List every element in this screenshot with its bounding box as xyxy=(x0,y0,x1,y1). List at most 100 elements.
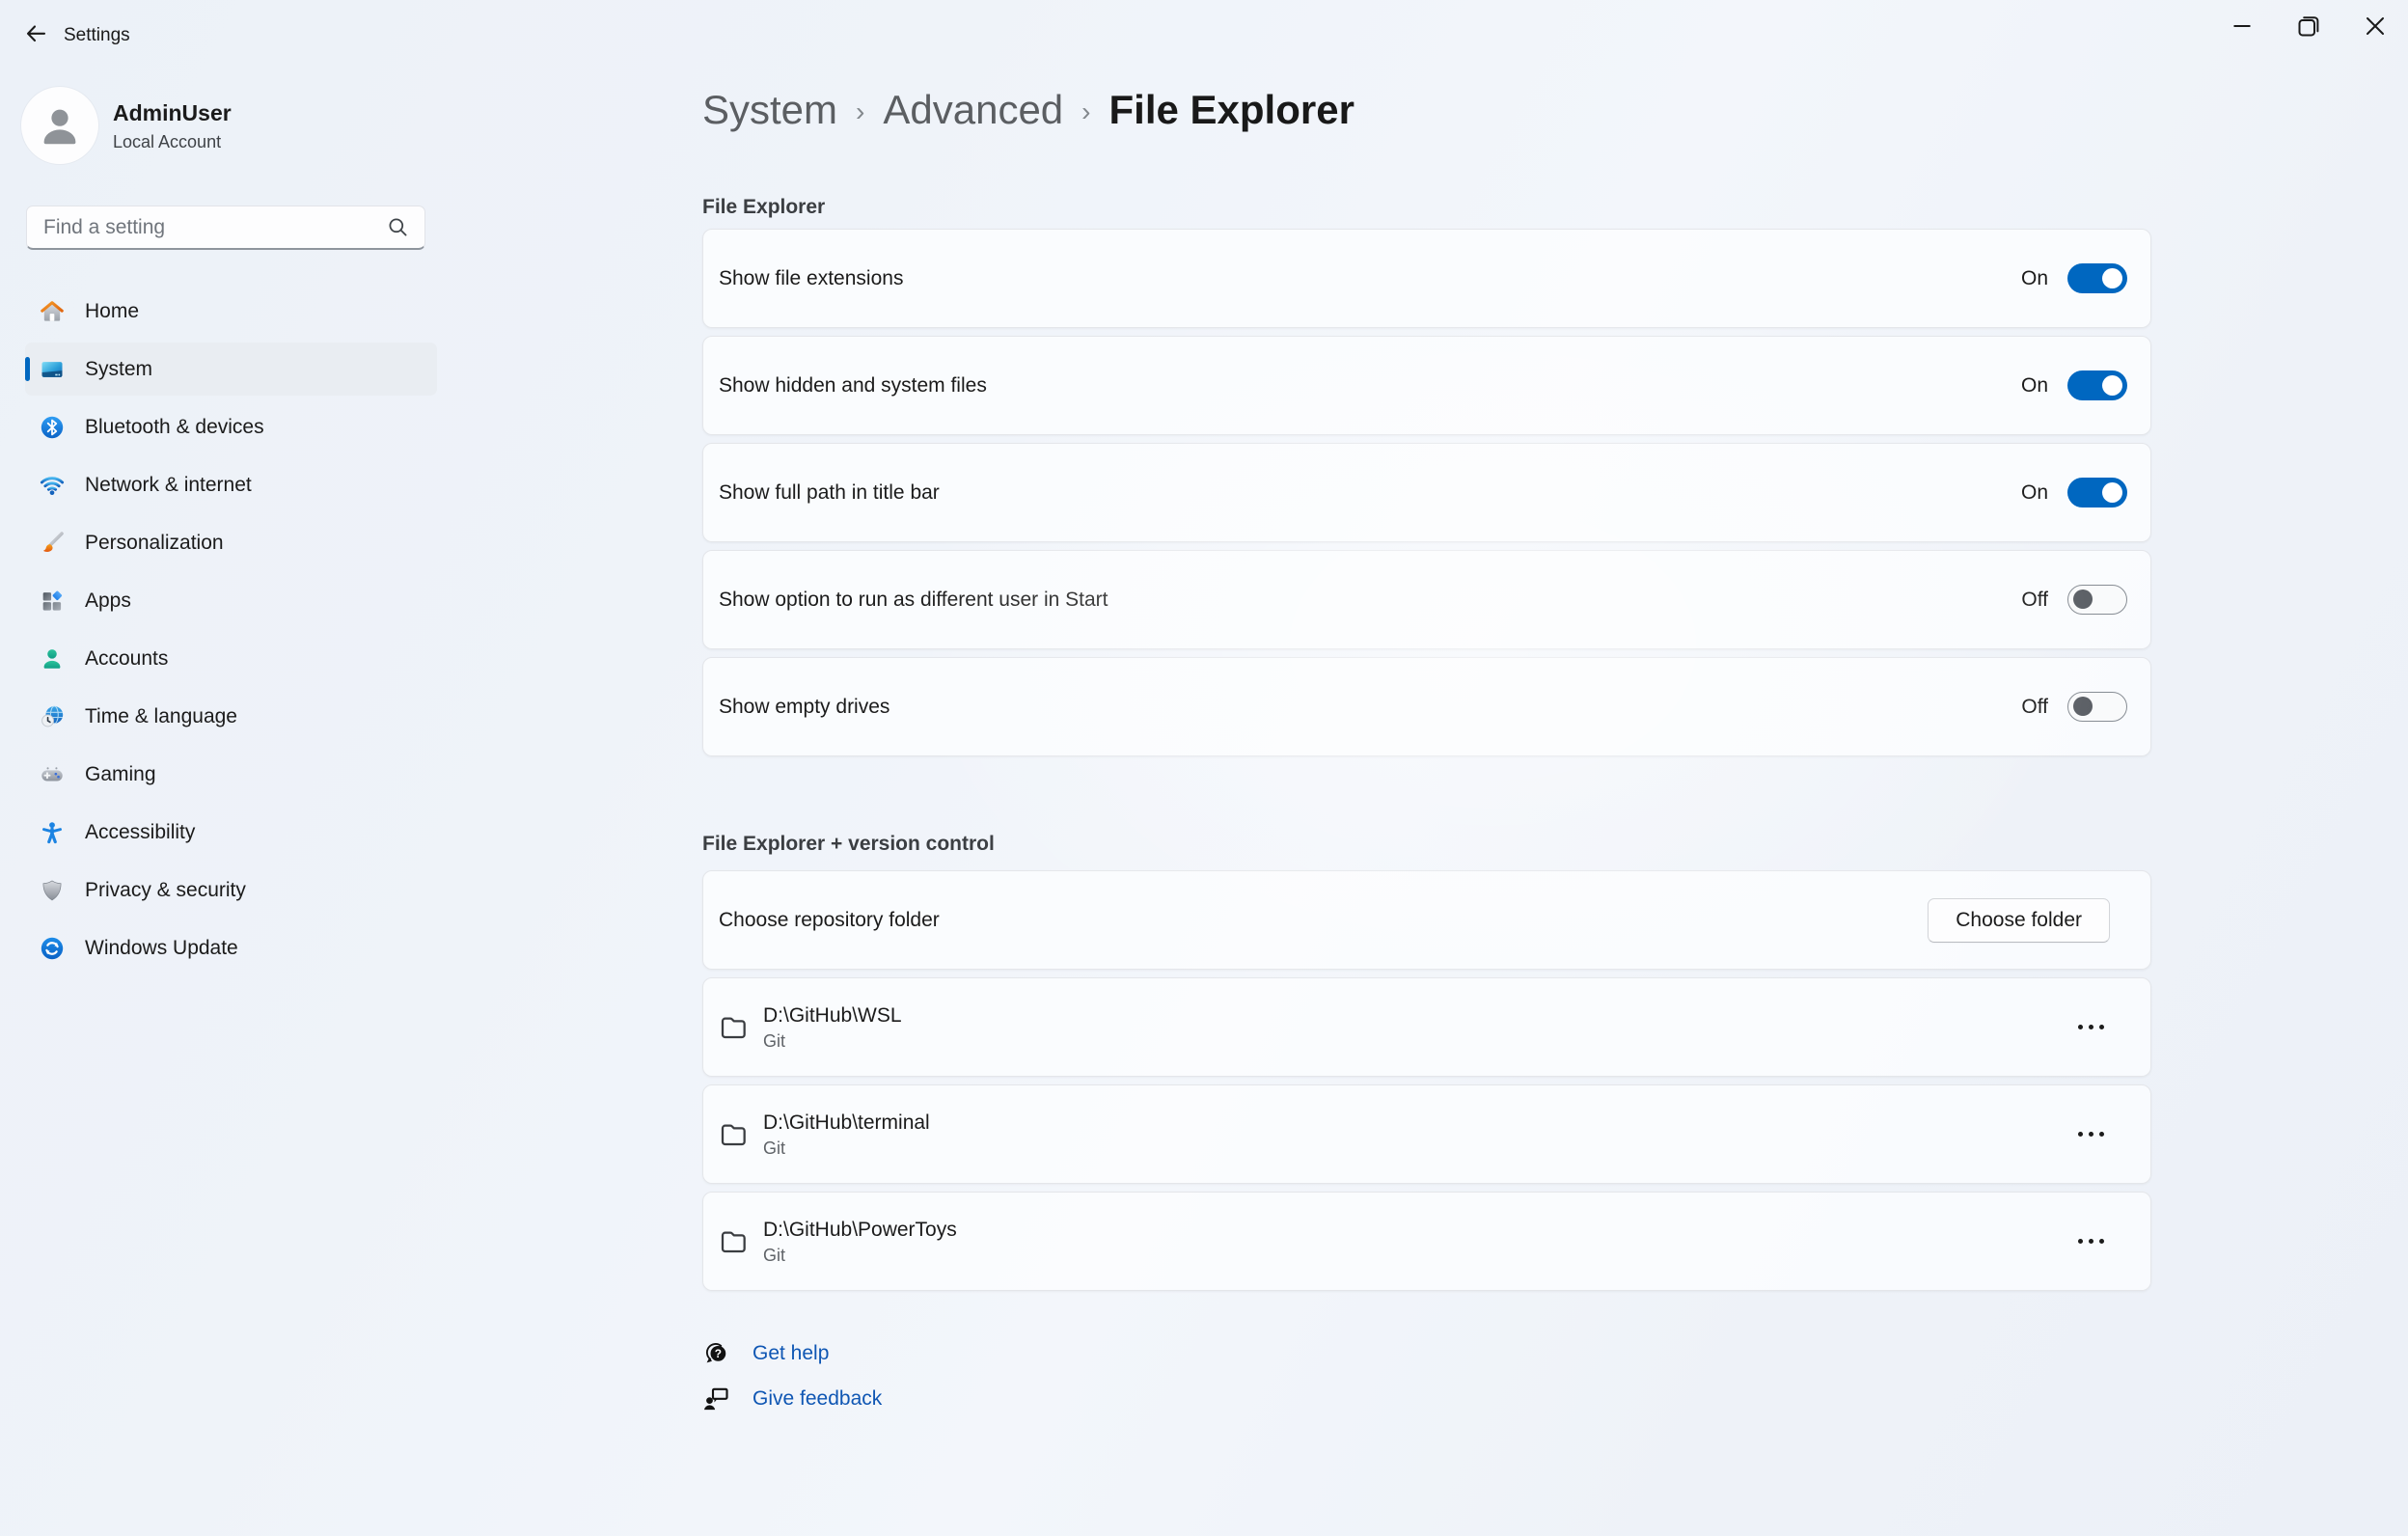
back-arrow-icon xyxy=(21,19,50,48)
window-controls xyxy=(2208,0,2408,52)
toggle-knob xyxy=(2073,697,2093,716)
search-icon[interactable] xyxy=(386,215,410,239)
feedback-icon xyxy=(701,1385,730,1413)
restore-icon xyxy=(2296,14,2321,39)
search-box xyxy=(26,206,425,250)
sidebar-item-label: Network & internet xyxy=(85,474,252,497)
accessibility-icon xyxy=(39,819,66,846)
setting-label: Show full path in title bar xyxy=(719,481,940,505)
sidebar-item-home[interactable]: Home xyxy=(25,285,437,338)
toggle-state-label: Off xyxy=(2021,589,2048,612)
repo-provider: Git xyxy=(763,1031,902,1052)
home-icon xyxy=(39,298,66,325)
repo-provider: Git xyxy=(763,1138,930,1159)
help-bubble-icon: ? xyxy=(701,1339,730,1368)
sidebar-item-label: Privacy & security xyxy=(85,879,246,902)
sidebar-item-label: Accessibility xyxy=(85,821,195,844)
avatar xyxy=(21,87,98,164)
page-title: File Explorer xyxy=(1109,85,1354,135)
network-icon xyxy=(39,472,66,499)
system-icon xyxy=(39,356,66,383)
toggle-knob xyxy=(2073,590,2093,609)
get-help-link[interactable]: Get help xyxy=(752,1342,829,1365)
minimize-icon xyxy=(2230,14,2255,39)
sidebar-item-gaming[interactable]: Gaming xyxy=(25,748,437,801)
sidebar-item-apps[interactable]: Apps xyxy=(25,574,437,627)
toggle-state-label: Off xyxy=(2021,696,2048,719)
toggle-run-as-different-user[interactable] xyxy=(2067,585,2127,615)
setting-row-run-as-different-user: Show option to run as different user in … xyxy=(702,550,2151,649)
repo-row-terminal: D:\GitHub\terminal Git xyxy=(702,1084,2151,1184)
setting-label: Show file extensions xyxy=(719,267,903,290)
breadcrumb-advanced[interactable]: Advanced xyxy=(883,85,1063,135)
setting-row-choose-repository-folder: Choose repository folder Choose folder xyxy=(702,870,2151,970)
section-title-version-control: File Explorer + version control xyxy=(702,833,995,856)
get-help-row[interactable]: ? Get help xyxy=(701,1337,882,1370)
setting-label: Show hidden and system files xyxy=(719,374,987,398)
sidebar-item-label: Gaming xyxy=(85,763,156,786)
breadcrumb-system[interactable]: System xyxy=(702,85,837,135)
minimize-button[interactable] xyxy=(2208,0,2275,52)
apps-icon xyxy=(39,588,66,615)
toggle-state-label: On xyxy=(2021,267,2048,290)
sidebar-item-accounts[interactable]: Accounts xyxy=(25,632,437,685)
sidebar-item-label: Apps xyxy=(85,590,131,613)
sidebar-item-windows-update[interactable]: Windows Update xyxy=(25,921,437,974)
close-button[interactable] xyxy=(2341,0,2408,52)
setting-row-show-full-path: Show full path in title bar On xyxy=(702,443,2151,542)
toggle-show-file-extensions[interactable] xyxy=(2067,263,2127,293)
repo-provider: Git xyxy=(763,1246,957,1266)
sidebar-item-network-internet[interactable]: Network & internet xyxy=(25,458,437,511)
version-control-settings: Choose repository folder Choose folder D… xyxy=(702,870,2151,1291)
folder-icon xyxy=(719,1120,750,1149)
sidebar-item-label: Bluetooth & devices xyxy=(85,416,264,439)
restore-button[interactable] xyxy=(2275,0,2341,52)
sidebar-item-bluetooth-devices[interactable]: Bluetooth & devices xyxy=(25,400,437,453)
sidebar-item-label: Accounts xyxy=(85,647,168,671)
sidebar-item-time-language[interactable]: Time & language xyxy=(25,690,437,743)
setting-row-show-hidden-system-files: Show hidden and system files On xyxy=(702,336,2151,435)
app-title: Settings xyxy=(64,24,130,47)
back-button[interactable] xyxy=(14,12,58,56)
toggle-show-empty-drives[interactable] xyxy=(2067,692,2127,722)
sidebar-item-label: Windows Update xyxy=(85,937,238,960)
bluetooth-icon xyxy=(39,414,66,441)
chevron-right-icon: › xyxy=(856,87,864,137)
setting-row-show-empty-drives: Show empty drives Off xyxy=(702,657,2151,756)
give-feedback-link[interactable]: Give feedback xyxy=(752,1387,882,1411)
repo-row-powertoys: D:\GitHub\PowerToys Git xyxy=(702,1192,2151,1291)
setting-row-show-file-extensions: Show file extensions On xyxy=(702,229,2151,328)
file-explorer-settings: Show file extensions On Show hidden and … xyxy=(702,229,2151,756)
toggle-show-full-path[interactable] xyxy=(2067,478,2127,507)
profile-account-type: Local Account xyxy=(113,132,221,152)
toggle-show-hidden-system-files[interactable] xyxy=(2067,370,2127,400)
repo-path: D:\GitHub\WSL xyxy=(763,1003,902,1029)
sidebar-item-system[interactable]: System xyxy=(25,343,437,396)
toggle-knob xyxy=(2102,268,2122,288)
windows-update-icon xyxy=(39,935,66,962)
choose-folder-button[interactable]: Choose folder xyxy=(1928,898,2110,943)
sidebar-item-accessibility[interactable]: Accessibility xyxy=(25,806,437,859)
repo-row-wsl: D:\GitHub\WSL Git xyxy=(702,977,2151,1077)
sidebar-item-personalization[interactable]: Personalization xyxy=(25,516,437,569)
toggle-state-label: On xyxy=(2021,374,2048,398)
sidebar-item-privacy-security[interactable]: Privacy & security xyxy=(25,864,437,917)
breadcrumb: System › Advanced › File Explorer xyxy=(702,85,1354,140)
more-options-button[interactable] xyxy=(2076,1011,2106,1043)
gaming-icon xyxy=(39,761,66,788)
sidebar-nav: Home System Bluetooth & d xyxy=(25,285,437,974)
folder-icon xyxy=(719,1227,750,1256)
more-options-button[interactable] xyxy=(2076,1118,2106,1150)
time-language-icon xyxy=(39,703,66,730)
folder-icon xyxy=(719,1013,750,1042)
toggle-knob xyxy=(2102,375,2122,396)
section-title-file-explorer: File Explorer xyxy=(702,196,825,219)
repo-path: D:\GitHub\terminal xyxy=(763,1111,930,1136)
personalization-icon xyxy=(39,530,66,557)
sidebar-item-label: Home xyxy=(85,300,139,323)
give-feedback-row[interactable]: Give feedback xyxy=(701,1383,882,1415)
close-icon xyxy=(2363,14,2388,39)
more-options-button[interactable] xyxy=(2076,1225,2106,1257)
sidebar-item-label: Personalization xyxy=(85,532,224,555)
search-input[interactable] xyxy=(27,216,386,239)
